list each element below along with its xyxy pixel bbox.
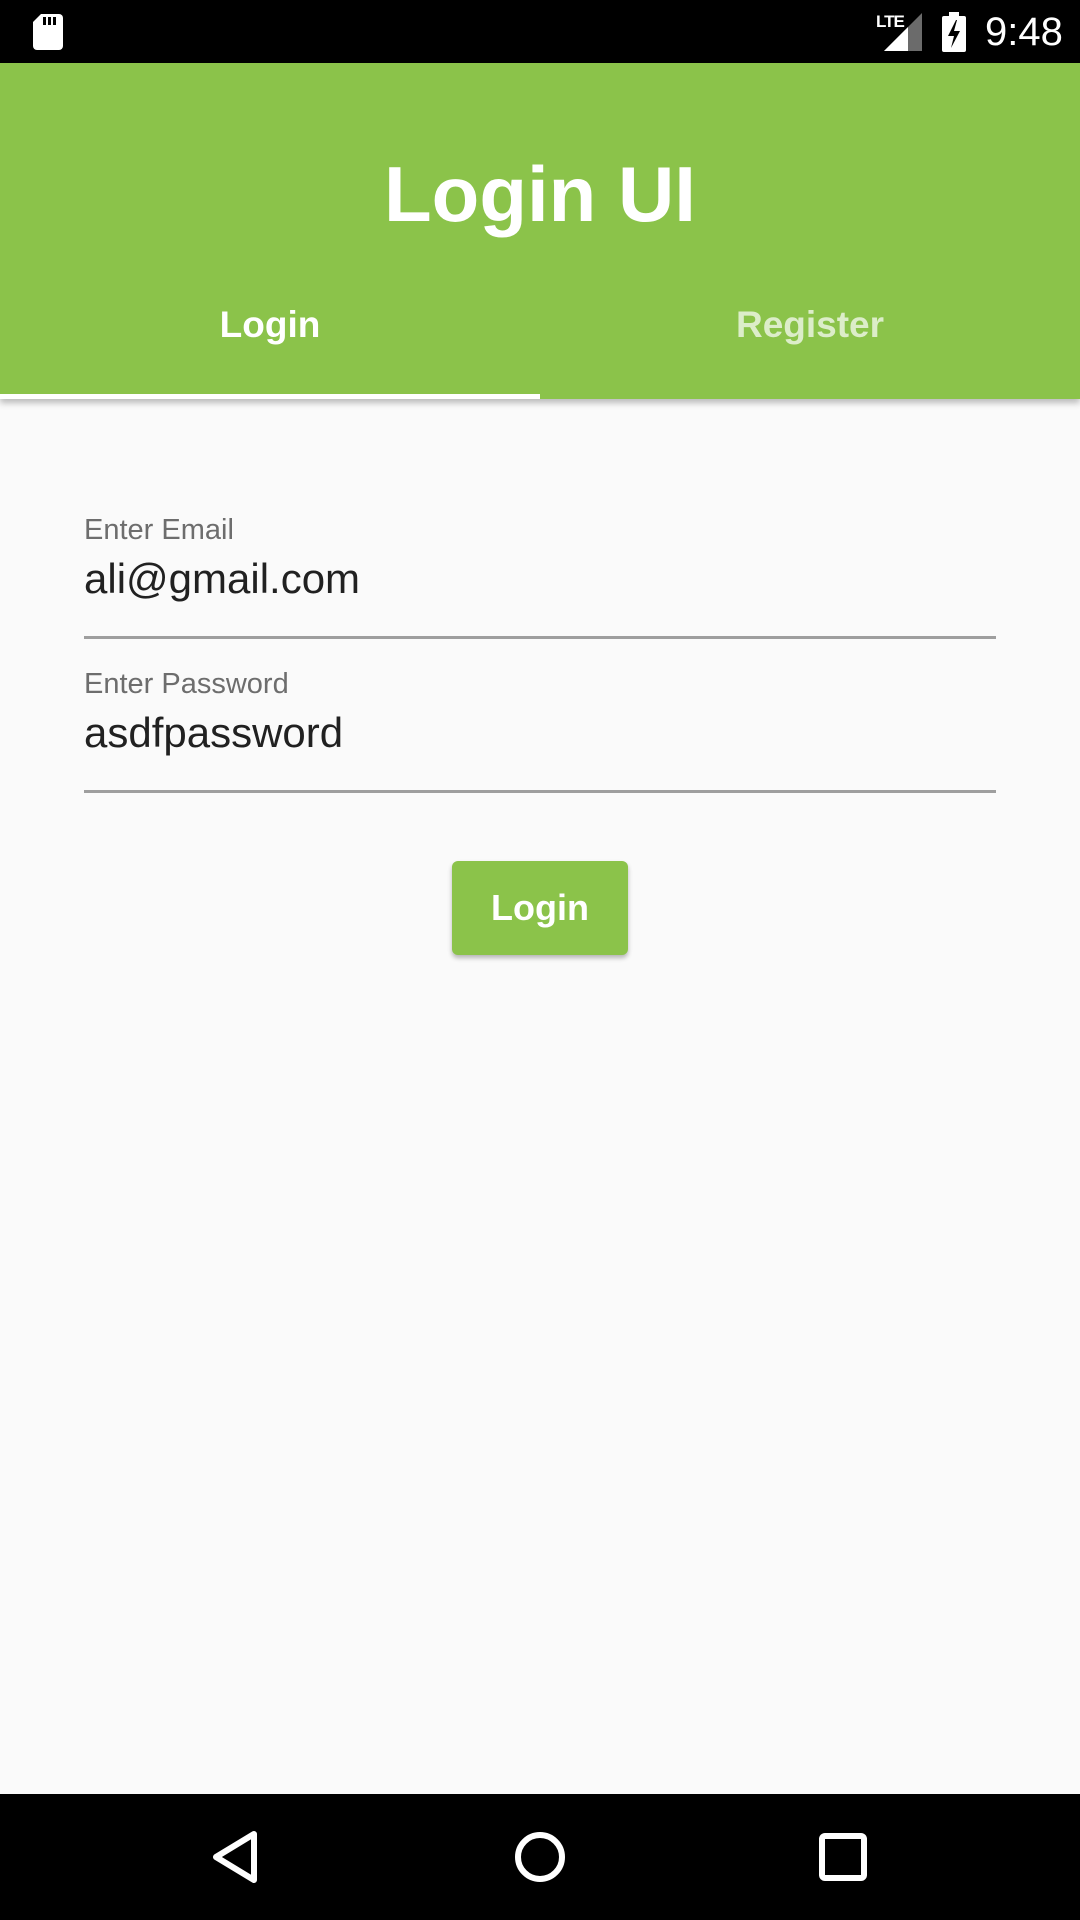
tab-register[interactable]: Register [540, 303, 1080, 399]
login-button[interactable]: Login [452, 861, 628, 955]
login-screen: LTE 9:48 Login UI Login Register Enter E… [0, 0, 1080, 1920]
password-underline [84, 790, 996, 793]
signal-icon [884, 13, 922, 51]
app-bar: Login UI Login Register [0, 63, 1080, 399]
page-title: Login UI [384, 150, 696, 238]
sd-card-icon [33, 14, 63, 50]
password-input[interactable] [84, 701, 996, 759]
password-label: Enter Password [84, 668, 289, 700]
recents-icon[interactable] [808, 1822, 878, 1892]
tab-indicator [0, 394, 540, 399]
tab-label: Register [735, 304, 885, 345]
email-underline [84, 636, 996, 639]
email-field: Enter Email [84, 513, 996, 639]
battery-charging-icon [942, 12, 966, 52]
tab-bar: Login Register [0, 303, 1080, 399]
login-button-label: Login [491, 887, 589, 928]
home-icon[interactable] [505, 1822, 575, 1892]
status-clock: 9:48 [985, 10, 1063, 54]
tab-label: Login [219, 304, 321, 345]
status-bar: LTE 9:48 [0, 0, 1080, 63]
email-label: Enter Email [84, 514, 234, 546]
password-field: Enter Password [84, 667, 996, 793]
email-input[interactable] [84, 547, 996, 605]
navigation-bar [0, 1794, 1080, 1920]
back-icon[interactable] [202, 1822, 272, 1892]
tab-login[interactable]: Login [0, 303, 540, 399]
